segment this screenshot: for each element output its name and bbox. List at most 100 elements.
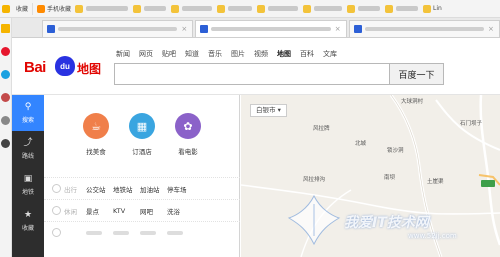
quick-category-food[interactable]: ☕ 找美食 <box>82 113 110 156</box>
quick-category-hotel[interactable]: ▦ 订酒店 <box>128 113 156 156</box>
map-label: 锁沙洞 <box>387 148 404 154</box>
service-icon <box>52 228 61 237</box>
category-item[interactable] <box>167 229 194 237</box>
category-row: 休闲 景点 KTV 网吧 洗浴 <box>44 199 240 221</box>
bookmark-favorites[interactable]: 收藏 <box>14 0 30 18</box>
category-row <box>44 221 240 243</box>
category-item[interactable]: 停车场 <box>167 184 194 194</box>
folder-icon <box>171 4 180 13</box>
close-icon[interactable]: × <box>334 25 342 33</box>
map-nav-search[interactable]: ⚲ 搜索 <box>12 95 44 131</box>
nav-link-baike[interactable]: 百科 <box>300 49 314 59</box>
folder-icon <box>385 4 394 13</box>
bookmark-linux[interactable]: Lin <box>421 0 444 18</box>
bookmark-folder-6[interactable] <box>301 0 345 18</box>
map-label: 北城 <box>355 141 367 147</box>
map-label: 风拉牌 <box>313 126 330 132</box>
nav-link-music[interactable]: 音乐 <box>208 49 222 59</box>
category-row: 出行 公交站 地铁站 加油站 停车场 <box>44 177 240 199</box>
browser-tab[interactable]: × <box>42 20 194 37</box>
route-icon: ⤴ <box>23 138 33 148</box>
baidu-map-logo[interactable]: Bai du 地图 <box>24 56 110 80</box>
map-label: 大球洞村 <box>401 99 424 105</box>
folder-icon <box>257 4 266 13</box>
app-icon[interactable] <box>1 93 10 102</box>
food-icon: ☕ <box>83 113 109 139</box>
bookmark-folder-7[interactable] <box>345 0 383 18</box>
quick-category-movie[interactable]: ✿ 看电影 <box>174 113 202 156</box>
top-nav: 新闻 网页 贴吧 知道 音乐 图片 视频 地图 百科 文库 <box>116 49 337 59</box>
search-icon: ⚲ <box>24 102 32 112</box>
map-label: 土崖渠 <box>427 179 444 185</box>
search-input[interactable] <box>114 63 390 85</box>
paw-icon: du <box>55 56 75 76</box>
map-nav-favorites[interactable]: ★ 收藏 <box>12 203 44 239</box>
category-item[interactable]: 景点 <box>86 206 113 216</box>
watermark-text: 我爱IT技术网 <box>344 215 429 231</box>
category-label: 休闲 <box>52 206 86 216</box>
browser-side-strip <box>0 18 12 257</box>
bookmark-folder-8[interactable] <box>383 0 421 18</box>
folder-icon <box>217 4 226 13</box>
bookmark-folder-1[interactable] <box>73 0 131 18</box>
watermark-url: www.52ij.com <box>408 232 457 240</box>
category-item[interactable]: 公交站 <box>86 184 113 194</box>
map-label: 风拉排沟 <box>303 177 326 183</box>
city-selector[interactable]: 白银市 ▾ <box>250 104 287 117</box>
movie-icon: ✿ <box>175 113 201 139</box>
app-icon[interactable] <box>1 70 10 79</box>
close-icon[interactable]: × <box>487 25 495 33</box>
folder-icon <box>75 4 84 13</box>
category-item[interactable]: 地铁站 <box>113 184 140 194</box>
star-icon <box>2 4 10 13</box>
close-icon[interactable]: × <box>180 25 188 33</box>
folder-icon <box>423 4 432 13</box>
app-icon[interactable] <box>1 139 10 148</box>
hotel-icon: ▦ <box>129 113 155 139</box>
category-item[interactable] <box>86 229 113 237</box>
folder-icon <box>347 4 356 13</box>
map-nav-subway[interactable]: ▣ 地铁 <box>12 167 44 203</box>
nav-link-web[interactable]: 网页 <box>139 49 153 59</box>
nav-link-wenku[interactable]: 文库 <box>323 49 337 59</box>
star-icon[interactable] <box>1 24 10 33</box>
category-item[interactable]: 加油站 <box>140 184 167 194</box>
bookmark-star[interactable] <box>0 0 14 18</box>
map-label: 石门坝子 <box>460 121 483 127</box>
app-icon[interactable] <box>1 116 10 125</box>
transport-icon <box>52 184 61 193</box>
nav-link-map[interactable]: 地图 <box>277 49 291 59</box>
bookmark-folder-3[interactable] <box>169 0 215 18</box>
category-item[interactable] <box>113 229 140 237</box>
nav-link-tieba[interactable]: 贴吧 <box>162 49 176 59</box>
map-label: 南坝 <box>384 175 396 181</box>
nav-link-images[interactable]: 图片 <box>231 49 245 59</box>
weibo-icon[interactable] <box>1 47 10 56</box>
chevron-down-icon: ▾ <box>277 106 281 114</box>
nav-link-video[interactable]: 视频 <box>254 49 268 59</box>
search-panel: ☕ 找美食 ▦ 订酒店 ✿ 看电影 出行 公交站 地铁站 加油站 停车场 休闲 … <box>44 95 240 257</box>
category-item[interactable]: 洗浴 <box>167 206 194 216</box>
logo-text-map: 地图 <box>77 62 102 76</box>
category-item[interactable]: 网吧 <box>140 206 167 216</box>
subway-icon: ▣ <box>23 174 33 184</box>
search-button[interactable]: 百度一下 <box>389 63 444 85</box>
logo-text-bai: Bai <box>24 59 46 76</box>
browser-tab-active[interactable]: × <box>195 20 347 37</box>
bookmark-mobile[interactable]: 手机收藏 <box>35 0 73 18</box>
category-item[interactable] <box>140 229 167 237</box>
map-nav-route[interactable]: ⤴ 路线 <box>12 131 44 167</box>
browser-tab[interactable]: × <box>348 20 500 37</box>
page-icon <box>200 25 209 33</box>
divider <box>32 2 34 15</box>
category-item[interactable]: KTV <box>113 207 140 215</box>
map-canvas[interactable]: 白银市 ▾ 大球洞村 风拉牌 北城 锁沙洞 石门坝子 风拉排沟 南坝 土崖渠 <box>241 95 500 257</box>
bookmark-folder-2[interactable] <box>131 0 169 18</box>
page-icon <box>353 25 362 33</box>
folder-icon <box>133 4 142 13</box>
leisure-icon <box>52 206 61 215</box>
bookmark-folder-5[interactable] <box>255 0 301 18</box>
nav-link-zhidao[interactable]: 知道 <box>185 49 199 59</box>
bookmark-folder-4[interactable] <box>215 0 255 18</box>
nav-link-news[interactable]: 新闻 <box>116 49 130 59</box>
